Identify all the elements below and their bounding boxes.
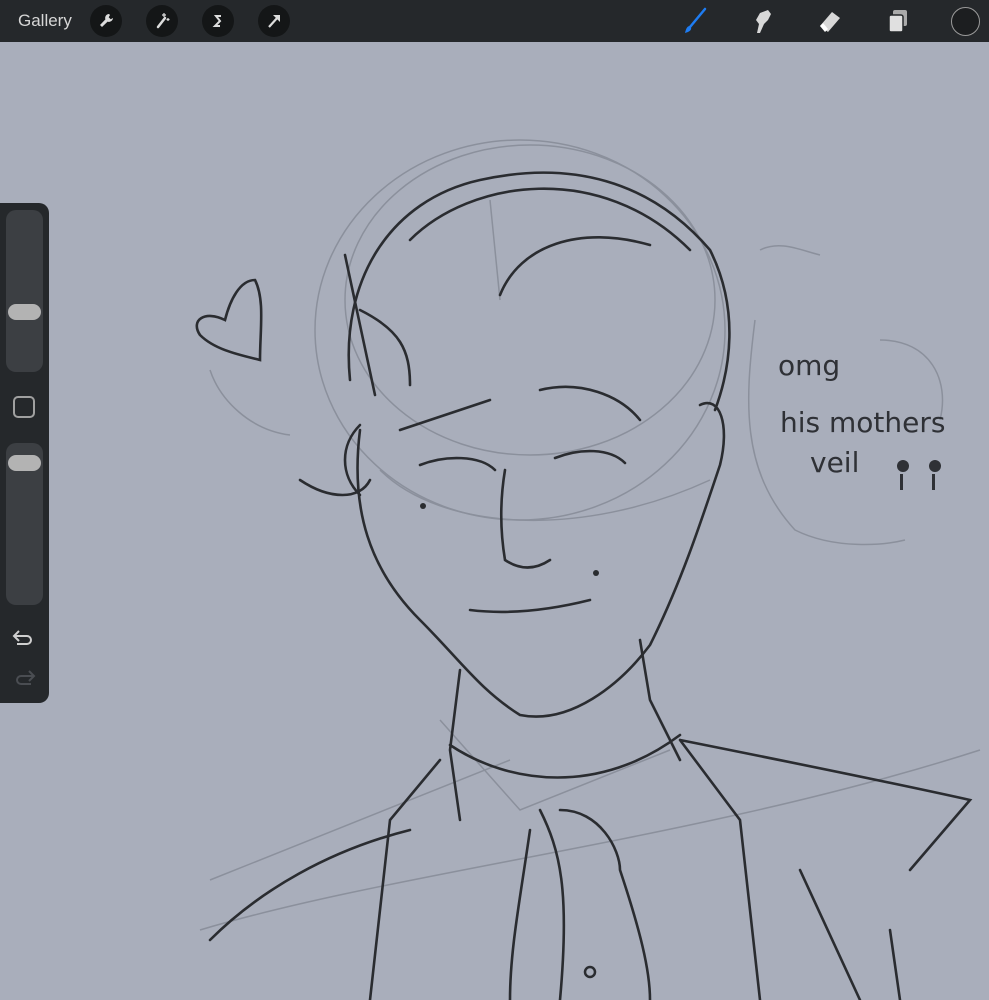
undo-button[interactable] (11, 627, 37, 649)
sketch-dark-lines (195, 171, 973, 1000)
brush-size-slider[interactable] (6, 210, 43, 372)
wrench-icon (99, 14, 113, 27)
side-toolbar (0, 203, 49, 703)
brush-icon (685, 7, 707, 33)
undo-icon (12, 630, 32, 645)
opacity-thumb[interactable] (8, 455, 41, 472)
drawing-canvas[interactable]: omg his mothers veil (0, 42, 989, 1000)
magic-wand-icon (156, 13, 170, 29)
opacity-slider[interactable] (6, 443, 43, 605)
brush-size-thumb[interactable] (8, 303, 41, 320)
smudge-button[interactable] (747, 5, 779, 37)
selection-icon (212, 15, 222, 27)
layers-button[interactable] (882, 5, 914, 37)
mole-mark (593, 570, 599, 576)
transform-button[interactable] (257, 5, 290, 37)
smudge-icon (756, 10, 771, 33)
gallery-button[interactable]: Gallery (18, 11, 72, 31)
color-button[interactable] (951, 7, 980, 36)
redo-button[interactable] (11, 667, 37, 689)
svg-text:his mothers: his mothers (780, 406, 945, 439)
layers-icon (888, 10, 907, 33)
eraser-icon (820, 12, 840, 32)
svg-text:veil: veil (810, 446, 859, 479)
actions-button[interactable] (89, 5, 122, 37)
handwritten-note: omg his mothers veil (778, 349, 945, 479)
crying-face-doodle (897, 460, 941, 490)
redo-icon (16, 670, 36, 685)
adjustments-button[interactable] (145, 5, 178, 37)
svg-text:omg: omg (778, 349, 840, 382)
button-mark (583, 965, 597, 979)
sketch-light-lines (199, 139, 981, 931)
mole-mark (420, 503, 426, 509)
brush-button[interactable] (679, 5, 711, 37)
top-toolbar: Gallery (0, 0, 989, 42)
selection-button[interactable] (201, 5, 234, 37)
transform-arrow-icon (268, 15, 280, 28)
modify-button[interactable] (13, 396, 35, 418)
eraser-button[interactable] (815, 5, 847, 37)
